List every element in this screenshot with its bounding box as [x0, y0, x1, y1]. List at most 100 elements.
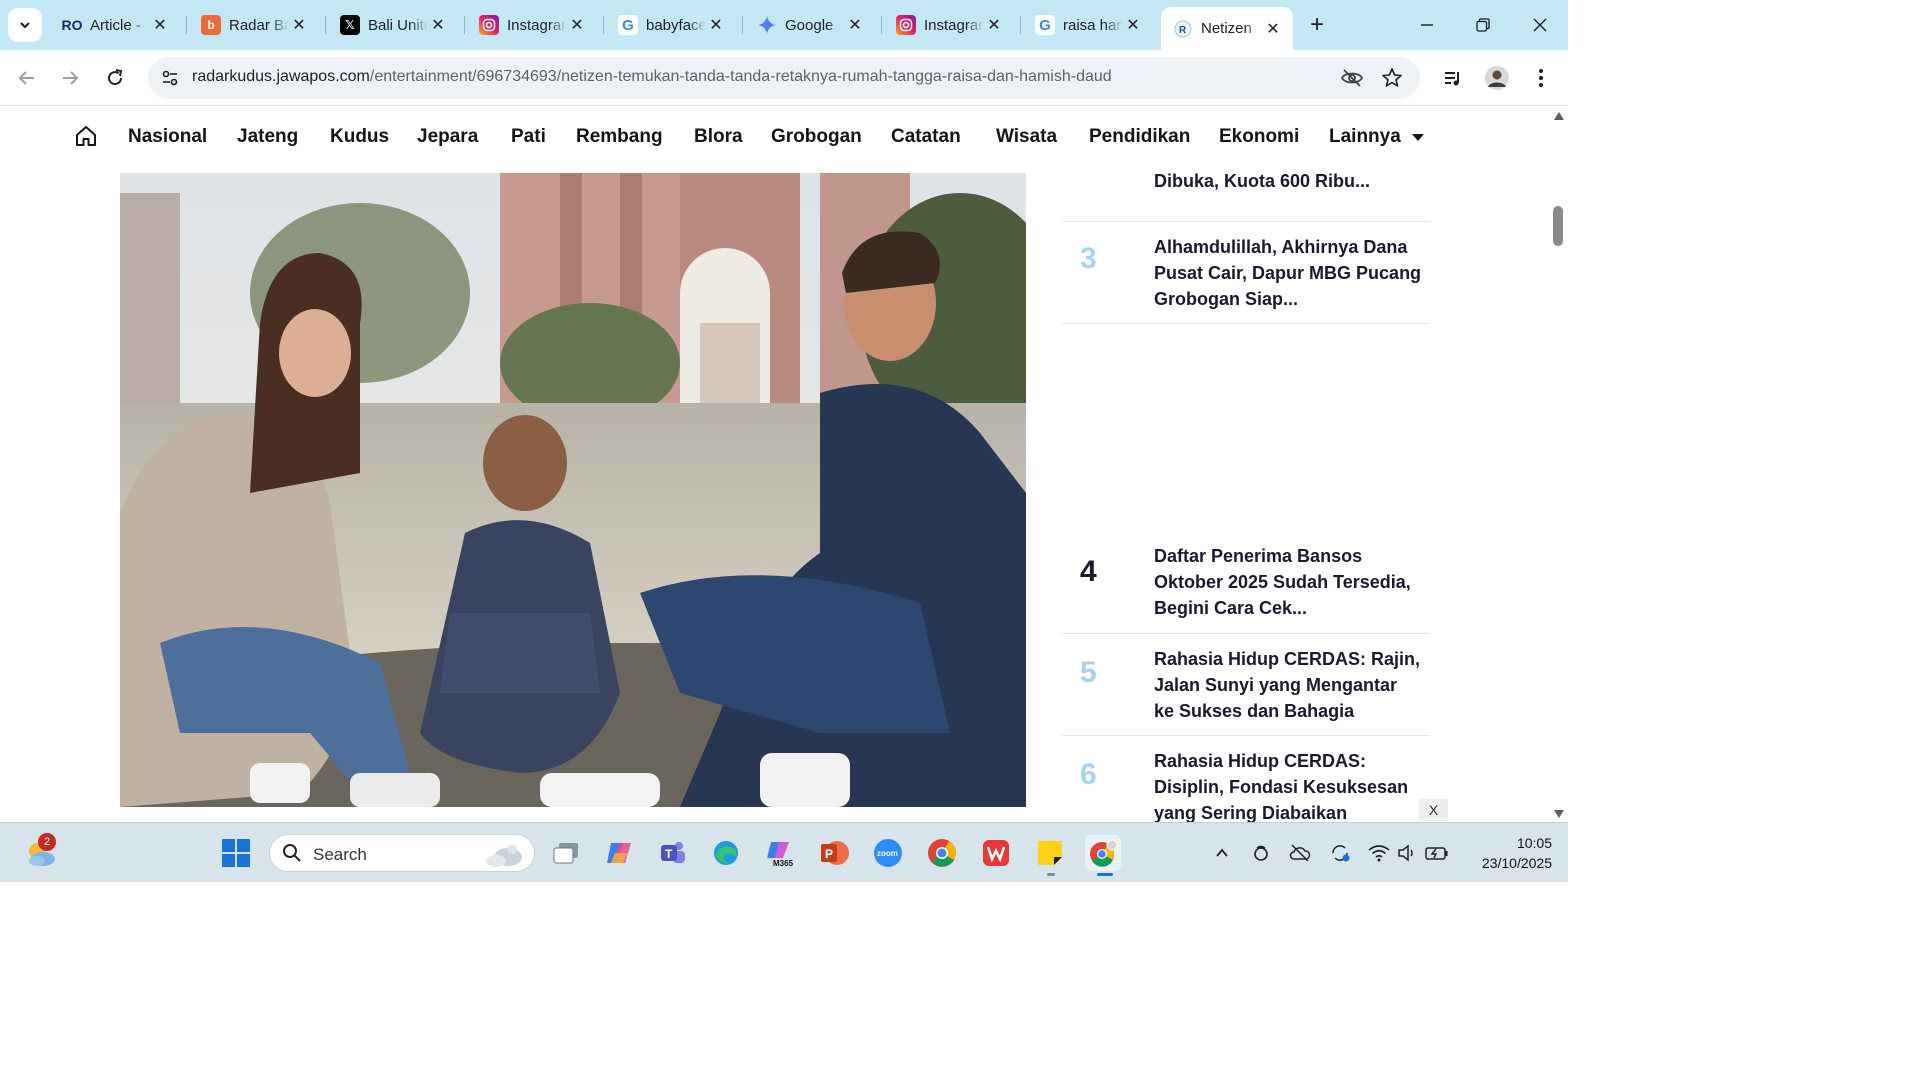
eye-off-icon[interactable] [1340, 66, 1364, 90]
home-icon[interactable] [74, 124, 100, 150]
close-tab-icon[interactable]: ✕ [845, 15, 865, 35]
powerpoint-icon[interactable]: P [816, 835, 852, 871]
svg-text:P: P [825, 847, 833, 861]
list-item-title[interactable]: Rahasia Hidup CERDAS: Disiplin, Fondasi … [1154, 748, 1422, 822]
volume-icon[interactable] [1395, 841, 1419, 865]
tab-search-button[interactable] [8, 8, 42, 42]
list-item[interactable]: 4 Daftar Penerima Bansos Oktober 2025 Su… [1062, 531, 1430, 634]
close-tab-icon[interactable]: ✕ [1123, 15, 1143, 35]
site-navigation: Nasional Jateng Kudus Jepara Pati Remban… [0, 106, 1550, 170]
teams-icon[interactable]: T [655, 835, 691, 871]
tab-radar-bali[interactable]: b Radar Bali ✕ [189, 8, 319, 42]
list-item[interactable]: 3 Alhamdulillah, Akhirnya Dana Pusat Cai… [1062, 222, 1430, 324]
windows-start-icon[interactable] [218, 835, 254, 871]
nav-item-grobogan[interactable]: Grobogan [771, 126, 862, 148]
wps-office-icon[interactable] [978, 835, 1014, 871]
scroll-down-arrow-icon[interactable] [1554, 810, 1564, 818]
list-item-number: 3 [1080, 242, 1097, 275]
media-control-icon[interactable] [1437, 62, 1469, 94]
nav-item-blora[interactable]: Blora [694, 126, 743, 148]
list-item-title[interactable]: Rahasia Hidup CERDAS: Rajin, Jalan Sunyi… [1154, 646, 1422, 724]
bookmark-star-icon[interactable] [1380, 66, 1404, 90]
tab-separator [603, 16, 604, 34]
nav-item-pati[interactable]: Pati [511, 126, 546, 148]
address-bar[interactable]: radarkudus.jawapos.com/entertainment/696… [148, 57, 1420, 99]
scroll-up-arrow-icon[interactable] [1554, 112, 1564, 120]
tab-title: Google [785, 16, 834, 34]
list-item[interactable]: 5 Rahasia Hidup CERDAS: Rajin, Jalan Sun… [1062, 634, 1430, 736]
close-tab-icon[interactable]: ✕ [150, 15, 170, 35]
back-button[interactable] [11, 62, 43, 94]
system-clock[interactable]: 10:05 23/10/2025 [1460, 833, 1552, 873]
tab-separator [186, 16, 187, 34]
close-tab-icon[interactable]: ✕ [984, 15, 1004, 35]
profile-avatar[interactable] [1481, 62, 1513, 94]
more-menu-icon[interactable] [1525, 62, 1557, 94]
nav-item-jepara[interactable]: Jepara [417, 126, 478, 148]
forward-button[interactable] [54, 62, 86, 94]
taskbar-search-input[interactable]: Search [269, 834, 535, 872]
minimize-icon[interactable] [1412, 10, 1442, 40]
site-info-icon[interactable] [158, 66, 182, 90]
dropdown-caret-icon[interactable] [1412, 134, 1424, 141]
ad-close-button[interactable]: X [1419, 799, 1448, 821]
tab-title: raisa hamish [1063, 16, 1123, 34]
nav-item-catatan[interactable]: Catatan [891, 126, 961, 148]
close-tab-icon[interactable]: ✕ [567, 15, 587, 35]
onedrive-off-icon[interactable] [1288, 841, 1312, 865]
chevron-up-icon[interactable] [1210, 841, 1234, 865]
chrome-profile-icon[interactable] [1085, 835, 1121, 871]
web-page: Nasional Jateng Kudus Jepara Pati Remban… [0, 106, 1550, 822]
sticky-notes-icon[interactable] [1032, 835, 1068, 871]
tab-raisa-hamish[interactable]: G raisa hamish ✕ [1023, 8, 1153, 42]
blogger-icon: b [201, 15, 221, 35]
zoom-icon[interactable]: zoom [870, 835, 906, 871]
nav-item-jateng[interactable]: Jateng [237, 126, 298, 148]
list-item-title[interactable]: Alhamdulillah, Akhirnya Dana Pusat Cair,… [1154, 234, 1422, 312]
nav-item-wisata[interactable]: Wisata [996, 126, 1057, 148]
new-tab-button[interactable]: + [1303, 11, 1331, 39]
nav-item-nasional[interactable]: Nasional [128, 126, 207, 148]
close-tab-icon[interactable]: ✕ [706, 15, 726, 35]
close-tab-icon[interactable]: ✕ [428, 15, 448, 35]
tab-article[interactable]: RO Article - ✕ [50, 8, 180, 42]
search-highlight-icon [486, 844, 522, 867]
reload-icon [108, 69, 123, 86]
sync-status-icon[interactable] [1249, 841, 1273, 865]
nav-item-rembang[interactable]: Rembang [576, 126, 663, 148]
tab-netizen-active[interactable]: R Netizen ✕ [1161, 7, 1293, 50]
tab-instagram[interactable]: Instagram ✕ [467, 8, 597, 42]
scroll-thumb[interactable] [1553, 206, 1563, 246]
url-text[interactable]: radarkudus.jawapos.com/entertainment/696… [192, 68, 1112, 86]
close-tab-icon[interactable]: ✕ [1263, 19, 1283, 39]
tab-separator [881, 16, 882, 34]
nav-item-lainnya[interactable]: Lainnya [1329, 126, 1401, 148]
tab-babyface[interactable]: G babyface ✕ [606, 8, 736, 42]
task-view-icon[interactable] [548, 835, 584, 871]
tab-google-gemini[interactable]: Google ✕ [745, 8, 875, 42]
list-item-title[interactable]: Daftar Penerima Bansos Oktober 2025 Suda… [1154, 543, 1422, 621]
nav-item-pendidikan[interactable]: Pendidikan [1089, 126, 1190, 148]
radar-kudus-icon: R [1173, 18, 1193, 39]
edge-icon[interactable] [708, 835, 744, 871]
running-indicator [1047, 873, 1055, 876]
update-sync-icon[interactable] [1328, 841, 1352, 865]
tab-strip: RO Article - ✕ b Radar Bali ✕ 𝕏 Bali Uni… [0, 0, 1568, 50]
battery-charging-icon[interactable] [1425, 841, 1449, 865]
m365-icon[interactable]: M365 [762, 835, 798, 871]
nav-item-ekonomi[interactable]: Ekonomi [1219, 126, 1299, 148]
chrome-icon[interactable] [924, 835, 960, 871]
arrow-right-icon [63, 71, 79, 85]
tab-separator [325, 16, 326, 34]
list-item[interactable]: 6 Rahasia Hidup CERDAS: Disiplin, Fondas… [1062, 736, 1430, 822]
restore-icon[interactable] [1468, 10, 1498, 40]
wifi-icon[interactable] [1367, 841, 1391, 865]
close-window-icon[interactable] [1525, 10, 1555, 40]
tab-instagram-2[interactable]: Instagram ✕ [884, 8, 1014, 42]
reload-button[interactable] [99, 62, 131, 94]
nav-item-kudus[interactable]: Kudus [330, 126, 389, 148]
page-scrollbar[interactable] [1550, 106, 1568, 822]
copilot-icon[interactable] [601, 835, 637, 871]
close-tab-icon[interactable]: ✕ [289, 15, 309, 35]
tab-bali-united[interactable]: 𝕏 Bali United ✕ [328, 8, 458, 42]
